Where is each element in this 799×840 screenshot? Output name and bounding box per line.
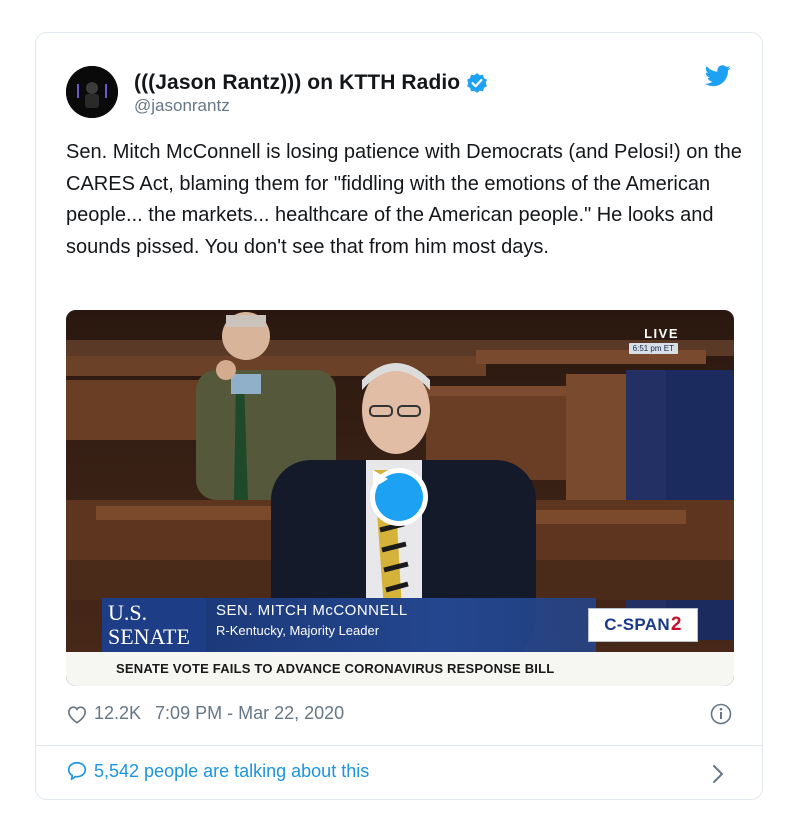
- lower-third-name: SEN. MITCH McCONNELL: [216, 602, 408, 619]
- tweet-card: (((Jason Rantz))) on KTTH Radio @jasonra…: [35, 32, 763, 800]
- network-logo: C-SPAN 2: [588, 608, 698, 642]
- heart-icon[interactable]: [66, 704, 88, 724]
- lower-third: SEN. MITCH McCONNELL R-Kentucky, Majorit…: [206, 598, 596, 652]
- handle[interactable]: @jasonrantz: [134, 96, 230, 116]
- senate-logo-line1: U.S.: [108, 600, 148, 625]
- verified-badge-icon: [466, 72, 488, 94]
- avatar[interactable]: [66, 66, 118, 118]
- ticker-text: SENATE VOTE FAILS TO ADVANCE CORONAVIRUS…: [116, 661, 555, 676]
- timestamp[interactable]: 7:09 PM - Mar 22, 2020: [155, 703, 344, 724]
- network-logo-prefix: C-SPAN: [604, 615, 670, 634]
- tweet-text: Sen. Mitch McConnell is losing patience …: [66, 141, 742, 258]
- live-label: LIVE: [644, 326, 679, 341]
- talking-about-text[interactable]: 5,542 people are talking about this: [94, 761, 369, 782]
- like-count[interactable]: 12.2K: [94, 703, 141, 724]
- senate-logo: U.S. SENATE: [102, 598, 206, 652]
- reply-bubble-icon: [66, 760, 88, 782]
- news-ticker: SENATE VOTE FAILS TO ADVANCE CORONAVIRUS…: [66, 652, 734, 686]
- author-name-row[interactable]: (((Jason Rantz))) on KTTH Radio: [134, 71, 488, 95]
- play-icon: [373, 470, 423, 521]
- lower-third-title: R-Kentucky, Majority Leader: [216, 623, 380, 638]
- play-button[interactable]: [370, 468, 428, 526]
- display-name[interactable]: (((Jason Rantz))) on KTTH Radio: [134, 71, 460, 95]
- chevron-right-icon[interactable]: [712, 764, 724, 784]
- talking-about-link[interactable]: 5,542 people are talking about this: [66, 760, 369, 782]
- senate-logo-line2: SENATE: [108, 624, 190, 649]
- avatar-image: [66, 66, 118, 118]
- info-icon[interactable]: [710, 703, 732, 725]
- divider: [36, 745, 762, 746]
- video-player[interactable]: LIVE 6:51 pm ET U.S. SENATE SEN. MITCH M…: [66, 310, 734, 686]
- live-time: 6:51 pm ET: [628, 343, 678, 354]
- network-logo-suffix: 2: [670, 614, 682, 635]
- tweet-meta: 12.2K 7:09 PM - Mar 22, 2020: [66, 703, 344, 724]
- twitter-bird-icon[interactable]: [705, 65, 731, 87]
